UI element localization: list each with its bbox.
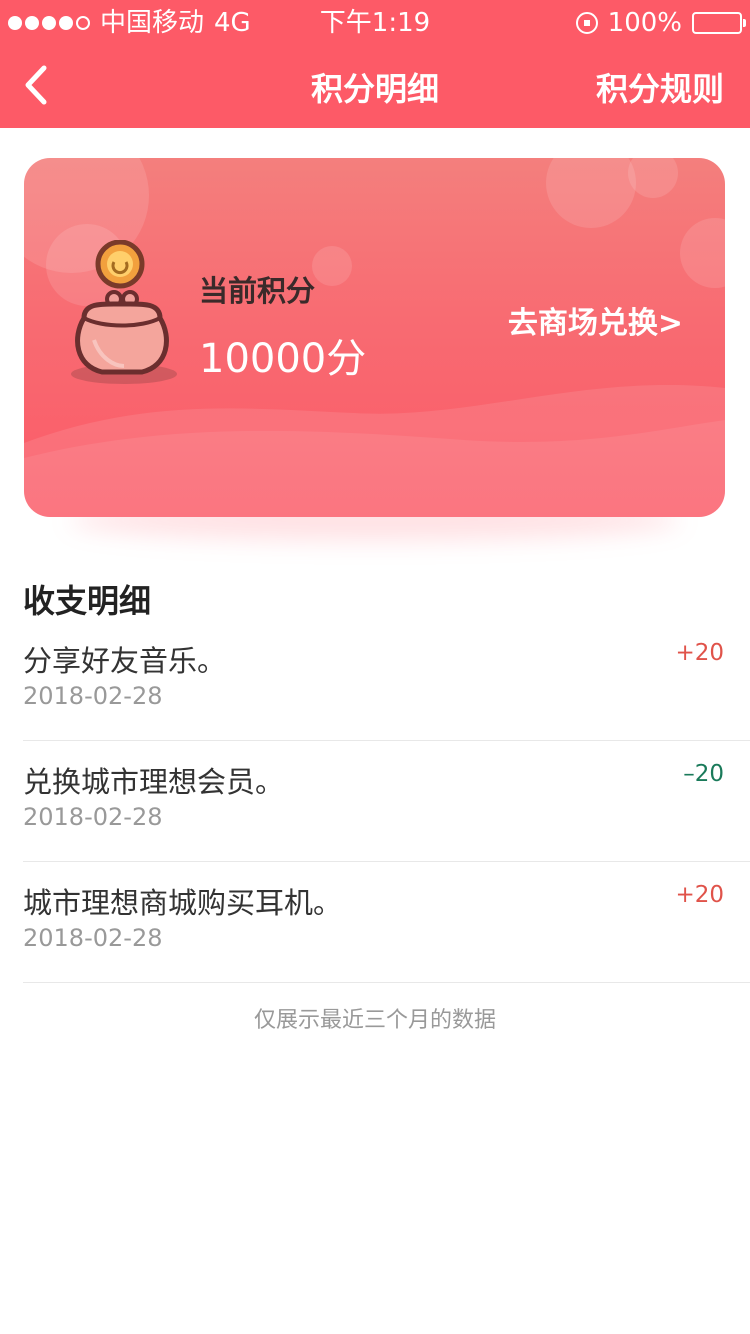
transaction-amount: +20	[675, 882, 724, 908]
transaction-date: 2018-02-28	[23, 924, 163, 952]
list-item[interactable]: 兑换城市理想会员。 2018-02-28 –20	[23, 741, 750, 862]
battery-icon	[692, 12, 746, 34]
points-rules-button[interactable]: 积分规则	[596, 64, 724, 110]
transaction-title: 分享好友音乐。	[23, 644, 227, 678]
transaction-date: 2018-02-28	[23, 682, 163, 710]
points-card: 当前积分 10000分 去商场兑换>	[24, 158, 725, 517]
footer-note: 仅展示最近三个月的数据	[253, 1008, 496, 1033]
redeem-in-mall-link[interactable]: 去商场兑换>	[508, 298, 683, 342]
app-header: 中国移动 4G 下午1:19 100% 积分明细 积分规则	[0, 0, 750, 128]
coin-purse-icon	[71, 240, 177, 384]
nav-bar: 积分明细 积分规则	[0, 46, 750, 128]
transaction-amount: –20	[683, 761, 724, 787]
status-bar: 中国移动 4G 下午1:19 100%	[0, 0, 750, 46]
transaction-date: 2018-02-28	[23, 803, 163, 831]
rotation-lock-icon	[575, 12, 598, 34]
transaction-list: 分享好友音乐。 2018-02-28 +20 兑换城市理想会员。 2018-02…	[0, 620, 750, 983]
list-item[interactable]: 分享好友音乐。 2018-02-28 +20	[23, 620, 750, 741]
battery-percent: 100%	[607, 8, 682, 38]
current-points-value: 10000分	[199, 336, 367, 382]
status-right: 100%	[575, 0, 746, 46]
list-item[interactable]: 城市理想商城购买耳机。 2018-02-28 +20	[23, 862, 750, 983]
current-points-label: 当前积分	[199, 274, 316, 308]
transaction-title: 兑换城市理想会员。	[23, 765, 285, 799]
transaction-amount: +20	[675, 640, 724, 666]
section-title: 收支明细	[23, 582, 152, 620]
transaction-title: 城市理想商城购买耳机。	[23, 886, 343, 920]
